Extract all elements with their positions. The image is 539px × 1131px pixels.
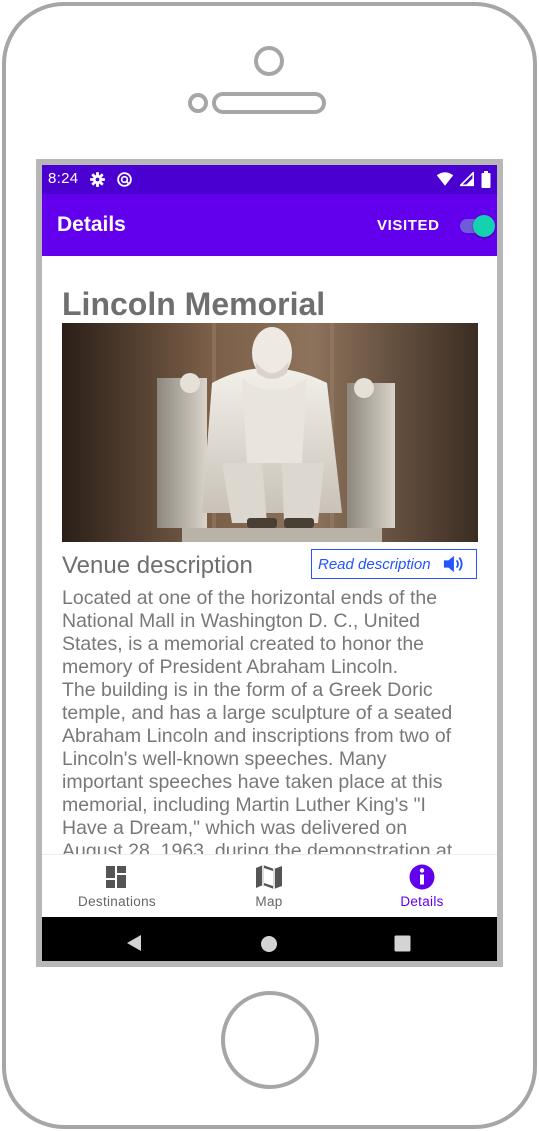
sync-icon (117, 172, 133, 187)
nav-label-destinations: Destinations (78, 894, 156, 909)
bottom-navigation: Destinations Map Details (42, 854, 497, 918)
nav-label-map: Map (255, 894, 283, 909)
venue-image (62, 323, 478, 542)
device-screen: 8:24 Details VISITED Lincoln Memorial Ve… (36, 159, 503, 967)
info-icon (409, 864, 435, 890)
app-bar: Details VISITED (42, 194, 497, 256)
app-bar-title: Details (57, 213, 126, 236)
status-time: 8:24 (48, 170, 79, 187)
description-heading: Venue description (62, 552, 253, 579)
signal-icon (459, 171, 474, 187)
nav-item-destinations[interactable]: Destinations (42, 855, 192, 918)
home-icon[interactable] (260, 935, 278, 953)
settings-icon (90, 172, 105, 187)
visited-switch[interactable] (460, 214, 496, 238)
status-right-icons (436, 171, 491, 189)
switch-thumb[interactable] (473, 215, 495, 237)
read-description-button[interactable]: Read description (311, 549, 477, 579)
nav-item-map[interactable]: Map (194, 855, 344, 918)
speaker-grill (212, 92, 326, 114)
map-icon (256, 865, 282, 889)
sensor-icon (188, 93, 208, 113)
status-left-icons (89, 171, 133, 189)
venue-description: Located at one of the horizontal ends of… (62, 587, 453, 854)
recents-icon[interactable] (394, 935, 411, 952)
front-camera-icon (254, 46, 284, 76)
back-icon[interactable] (126, 934, 142, 952)
battery-icon (481, 171, 491, 188)
nav-item-details[interactable]: Details (347, 855, 497, 918)
wifi-icon (436, 172, 454, 186)
hardware-home-button[interactable] (221, 991, 319, 1089)
read-description-label: Read description (318, 556, 431, 573)
venue-title: Lincoln Memorial (62, 286, 326, 322)
system-navigation-bar (42, 917, 497, 961)
details-content[interactable]: Lincoln Memorial Venue description Read … (42, 256, 497, 854)
volume-icon (443, 555, 463, 573)
status-bar: 8:24 (42, 165, 497, 194)
visited-label: VISITED (377, 217, 440, 234)
nav-label-details: Details (400, 894, 444, 909)
dashboard-icon (106, 866, 126, 888)
